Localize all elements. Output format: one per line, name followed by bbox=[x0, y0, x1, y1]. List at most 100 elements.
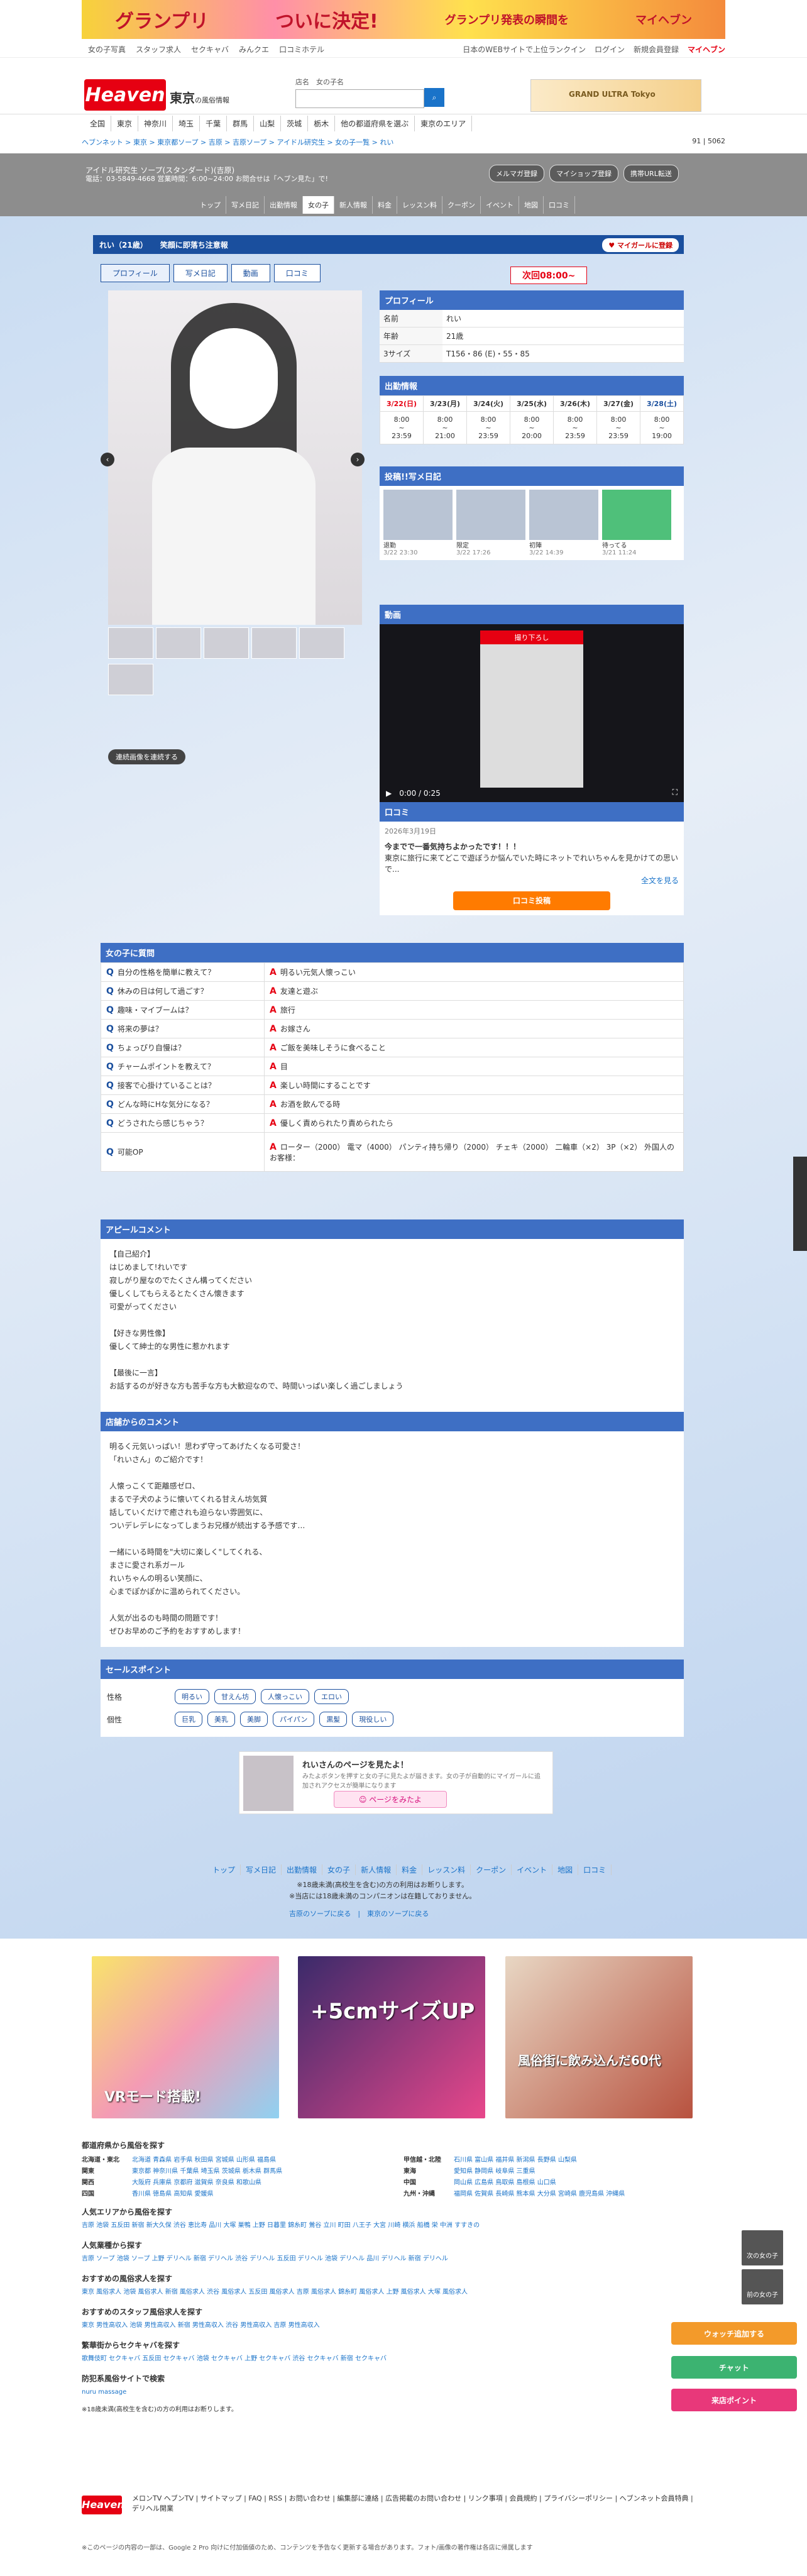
subtab-video[interactable]: 動画 bbox=[231, 264, 270, 282]
bottom-tab[interactable]: 地図 bbox=[552, 1864, 579, 1875]
myheaven-link[interactable]: マイヘブン bbox=[688, 44, 725, 55]
myshop-button[interactable]: マイショップ登録 bbox=[549, 165, 618, 182]
next-photo-button[interactable]: › bbox=[351, 453, 365, 466]
topnav-link[interactable]: セクキャバ bbox=[191, 44, 229, 55]
diary-item[interactable]: 初陣 3/22 14:39 bbox=[529, 490, 598, 556]
thumbnail[interactable] bbox=[204, 627, 249, 659]
region-link[interactable]: 群馬 bbox=[227, 116, 255, 131]
breadcrumb-text[interactable]: ヘブンネット > 東京 > 東京都ソープ > 吉原 > 吉原ソープ > アイドル… bbox=[82, 138, 393, 146]
bottom-tab[interactable]: 出勤情報 bbox=[282, 1864, 323, 1875]
region-link[interactable]: 栃木 bbox=[308, 116, 336, 131]
bottom-tab[interactable]: 女の子 bbox=[322, 1864, 356, 1875]
tab-diary[interactable]: 写メ日記 bbox=[226, 196, 265, 214]
back-link[interactable]: 東京のソープに戻る bbox=[367, 1910, 429, 1918]
diary-item[interactable]: 待ってる 3/21 11:24 bbox=[602, 490, 671, 556]
ad-banner[interactable]: 風俗街に飲み込んだ60代 bbox=[505, 1956, 693, 2118]
thumbnail[interactable] bbox=[108, 664, 153, 695]
sales-tag[interactable]: 現役しい bbox=[352, 1712, 394, 1727]
ad-banner[interactable]: VRモード搭載! bbox=[92, 1956, 279, 2118]
tab-coupon[interactable]: クーポン bbox=[442, 196, 481, 214]
tab-top[interactable]: トップ bbox=[195, 196, 226, 214]
chat-button[interactable]: チャット bbox=[671, 2356, 797, 2379]
video-player[interactable]: 撮り下ろし ▶ 0:00 / 0:25 ⛶ bbox=[380, 624, 684, 813]
tab-map[interactable]: 地図 bbox=[519, 196, 544, 214]
region-link[interactable]: 他の都道府県を選ぶ bbox=[335, 116, 415, 131]
header-ad[interactable]: GRAND ULTRA Tokyo bbox=[530, 79, 701, 112]
tab-girls[interactable]: 女の子 bbox=[303, 196, 334, 214]
tab-price[interactable]: 料金 bbox=[373, 196, 397, 214]
subtab-review[interactable]: 口コミ bbox=[273, 264, 321, 282]
sales-tag[interactable]: 黒髪 bbox=[319, 1712, 348, 1727]
mitayo-button[interactable]: ☺ ページをみたよ bbox=[334, 1791, 447, 1808]
prefecture-links[interactable]: 岡山県 広島県 鳥取県 島根県 山口県 bbox=[454, 2177, 725, 2186]
tab-review[interactable]: 口コミ bbox=[544, 196, 575, 214]
top-banner[interactable]: グランプリ ついに決定! グランプリ発表の瞬間を マイヘブン bbox=[82, 0, 725, 39]
prefecture-links[interactable]: 愛知県 静岡県 岐阜県 三重県 bbox=[454, 2166, 725, 2175]
watch-add-button[interactable]: ウォッチ追加する bbox=[671, 2322, 797, 2345]
tab-new[interactable]: 新人情報 bbox=[334, 196, 373, 214]
region-link[interactable]: 埼玉 bbox=[173, 116, 200, 131]
region-link[interactable]: 東京のエリア bbox=[415, 116, 473, 131]
footer-nav-links[interactable]: メロンTV ヘブンTV | サイトマップ | FAQ | RSS | お問い合わ… bbox=[132, 2493, 698, 2513]
bottom-tab[interactable]: 新人情報 bbox=[356, 1864, 397, 1875]
bottom-tab[interactable]: レッスン料 bbox=[422, 1864, 471, 1875]
footer-links[interactable]: 歌舞伎町 セクキャバ 五反田 セクキャバ 池袋 セクキャバ 上野 セクキャバ 渋… bbox=[82, 2354, 725, 2364]
region-link[interactable]: 茨城 bbox=[281, 116, 309, 131]
mailmag-button[interactable]: メルマガ登録 bbox=[489, 165, 544, 182]
prefecture-links[interactable]: 香川県 徳島県 高知県 愛媛県 bbox=[132, 2188, 404, 2198]
sales-tag[interactable]: 巨乳 bbox=[175, 1712, 202, 1727]
video-controls[interactable]: ▶ 0:00 / 0:25 ⛶ bbox=[386, 788, 678, 800]
footer-links[interactable]: 東京 風俗求人 池袋 風俗求人 新宿 風俗求人 渋谷 風俗求人 五反田 風俗求人… bbox=[82, 2287, 725, 2298]
continuous-button[interactable]: 連続画像を連続する bbox=[108, 749, 185, 764]
sales-tag[interactable]: エロい bbox=[314, 1689, 349, 1704]
thumbnail[interactable] bbox=[299, 627, 344, 659]
diary-item[interactable]: 限定 3/22 17:26 bbox=[456, 490, 525, 556]
mobile-url-button[interactable]: 携帯URL転送 bbox=[623, 165, 679, 182]
thumbnail[interactable] bbox=[251, 627, 297, 659]
heaven-logo[interactable]: Heaven bbox=[84, 79, 166, 111]
visit-point-button[interactable]: 来店ポイント bbox=[671, 2389, 797, 2411]
region-link[interactable]: 千葉 bbox=[200, 116, 228, 131]
next-girl-button[interactable]: 次の女の子 bbox=[742, 2230, 783, 2265]
sales-tag[interactable]: 甘えん坊 bbox=[214, 1689, 256, 1704]
footer-links[interactable]: 吉原 ソープ 池袋 ソープ 上野 デリヘル 新宿 デリヘル 渋谷 デリヘル 五反… bbox=[82, 2254, 725, 2264]
side-share-buttons[interactable] bbox=[793, 1157, 807, 1251]
prefecture-links[interactable]: 北海道 青森県 岩手県 秋田県 宮城県 山形県 福島県 bbox=[132, 2154, 404, 2164]
prefecture-links[interactable]: 石川県 富山県 福井県 新潟県 長野県 山梨県 bbox=[454, 2154, 725, 2164]
login-link[interactable]: ログイン bbox=[595, 44, 625, 55]
footer-logo[interactable]: Heaven bbox=[82, 2496, 124, 2514]
sales-tag[interactable]: 明るい bbox=[175, 1689, 209, 1704]
subtab-diary[interactable]: 写メ日記 bbox=[173, 264, 228, 282]
review-post-button[interactable]: 口コミ投稿 bbox=[453, 891, 610, 910]
topnav-link[interactable]: 口コミホテル bbox=[279, 44, 324, 55]
prev-photo-button[interactable]: ‹ bbox=[101, 453, 114, 466]
bottom-tab[interactable]: イベント bbox=[512, 1864, 553, 1875]
region-link[interactable]: 東京 bbox=[111, 116, 139, 131]
sales-tag[interactable]: パイパン bbox=[273, 1712, 315, 1727]
favorite-button[interactable]: ♥ マイガールに登録 bbox=[602, 238, 679, 252]
fullscreen-icon[interactable]: ⛶ bbox=[672, 788, 678, 797]
back-link[interactable]: 吉原のソープに戻る bbox=[289, 1910, 351, 1918]
bottom-tab[interactable]: 写メ日記 bbox=[241, 1864, 282, 1875]
topnav-link[interactable]: みんクエ bbox=[239, 44, 269, 55]
footer-links[interactable]: 吉原 池袋 五反田 新宿 新大久保 渋谷 恵比寿 品川 大塚 巣鴨 上野 日暮里… bbox=[82, 2221, 725, 2231]
footer-links[interactable]: 東京 男性高収入 池袋 男性高収入 新宿 男性高収入 渋谷 男性高収入 吉原 男… bbox=[82, 2321, 725, 2331]
girl-main-photo[interactable] bbox=[108, 290, 362, 625]
prefecture-links[interactable]: 東京都 神奈川県 千葉県 埼玉県 茨城県 栃木県 群馬県 bbox=[132, 2166, 404, 2175]
prefecture-links[interactable]: 福岡県 佐賀県 長崎県 熊本県 大分県 宮崎県 鹿児島県 沖縄県 bbox=[454, 2188, 725, 2198]
play-icon[interactable]: ▶ bbox=[386, 789, 392, 798]
sales-tag[interactable]: 人懐っこい bbox=[261, 1689, 309, 1704]
thumbnail[interactable] bbox=[156, 627, 201, 659]
thumbnail[interactable] bbox=[108, 627, 153, 659]
bottom-tab[interactable]: クーポン bbox=[471, 1864, 512, 1875]
region-link[interactable]: 全国 bbox=[84, 116, 112, 131]
diary-item[interactable]: 退勤 3/22 23:30 bbox=[383, 490, 453, 556]
search-input[interactable] bbox=[295, 89, 424, 108]
topnav-link[interactable]: スタッフ求人 bbox=[136, 44, 181, 55]
review-more-link[interactable]: 全文を見る bbox=[385, 875, 679, 886]
subtab-profile[interactable]: プロフィール bbox=[101, 264, 170, 282]
sales-tag[interactable]: 美乳 bbox=[207, 1712, 235, 1727]
topnav-link[interactable]: 女の子写真 bbox=[88, 44, 126, 55]
bottom-tab[interactable]: 料金 bbox=[397, 1864, 423, 1875]
ad-banner[interactable]: +5cmサイズUP bbox=[298, 1956, 485, 2118]
